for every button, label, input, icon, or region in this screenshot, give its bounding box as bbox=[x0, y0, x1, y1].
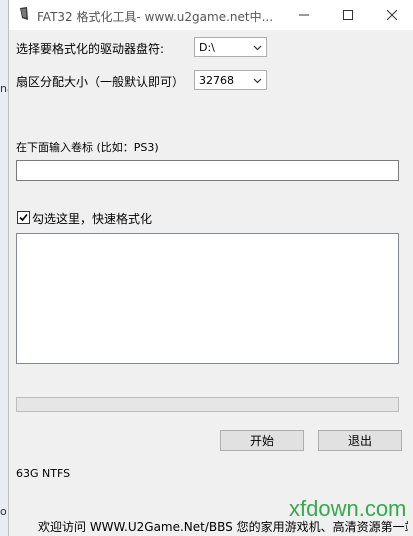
exit-button[interactable]: 退出 bbox=[318, 430, 402, 451]
drive-label: 选择要格式化的驱动器盘符: bbox=[16, 42, 165, 56]
footer-text: 欢迎访问 WWW.U2Game.Net/BBS 您的家用游戏机、高清资源第一站 bbox=[38, 518, 408, 535]
sector-size-select[interactable]: 32768 bbox=[194, 70, 267, 90]
volume-label-caption: 在下面输入卷标 (比如：PS3) bbox=[16, 141, 159, 154]
app-icon bbox=[20, 7, 28, 20]
chevron-down-icon bbox=[253, 45, 262, 51]
background-window-strip: na o bbox=[0, 0, 14, 536]
chevron-down-icon bbox=[253, 78, 262, 84]
close-button[interactable] bbox=[370, 0, 413, 30]
checkmark-icon bbox=[19, 213, 28, 222]
minimize-button[interactable] bbox=[282, 0, 326, 30]
drive-status-text: 63G NTFS bbox=[16, 467, 71, 480]
sector-size-label: 扇区分配大小（一般默认即可） bbox=[16, 75, 185, 89]
log-text-area[interactable] bbox=[16, 233, 399, 364]
minimize-icon bbox=[299, 14, 309, 16]
drive-select-value: D:\ bbox=[199, 41, 215, 54]
maximize-icon bbox=[343, 10, 353, 20]
background-text-fragment-2: o bbox=[0, 505, 7, 518]
close-icon bbox=[387, 10, 397, 20]
volume-label-input[interactable] bbox=[16, 160, 399, 181]
drive-select[interactable]: D:\ bbox=[194, 37, 267, 57]
sector-size-value: 32768 bbox=[199, 74, 234, 87]
progress-bar bbox=[16, 397, 399, 412]
title-bar[interactable]: FAT32 格式化工具- www.u2game.net中... bbox=[9, 0, 413, 30]
window-title: FAT32 格式化工具- www.u2game.net中... bbox=[37, 10, 274, 24]
start-button[interactable]: 开始 bbox=[220, 430, 304, 451]
maximize-button[interactable] bbox=[326, 0, 370, 30]
quick-format-label[interactable]: 勾选这里，快速格式化 bbox=[32, 210, 152, 227]
fat32-format-window: FAT32 格式化工具- www.u2game.net中... 选择要格式化的驱… bbox=[8, 0, 413, 536]
quick-format-checkbox[interactable] bbox=[17, 211, 30, 224]
